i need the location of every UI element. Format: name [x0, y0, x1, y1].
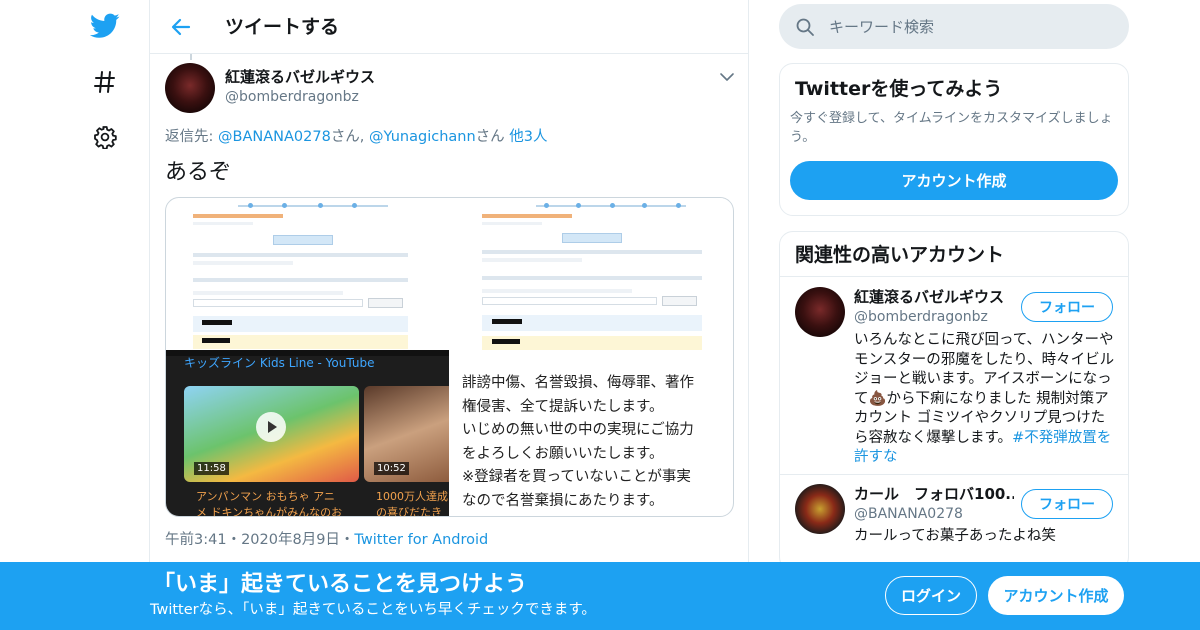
reply-suffix: さん,	[330, 129, 370, 145]
tweet-meta: 午前3:41・2020年8月9日・Twitter for Android	[165, 530, 488, 550]
tweet-column: ツイートする 紅蓮滾るバゼルギウス @bomberdragonbz 返信先: @…	[149, 0, 749, 630]
video-channel-title: キッズライン Kids Line - YouTube	[184, 356, 375, 370]
banner-title: 「いま」起きていることを見つけよう	[153, 572, 528, 597]
notice-line: 権侵害、全て提訴いたします。	[462, 398, 664, 415]
page-title: ツイートする	[225, 16, 340, 38]
follow-button[interactable]: フォロー	[1021, 489, 1113, 519]
video-duration: 11:58	[194, 462, 229, 475]
follow-button[interactable]: フォロー	[1021, 292, 1113, 322]
bio-text: いろんなとこに飛び回って、ハンターやモンスターの邪魔をしたり、時々イビルジョーと…	[854, 332, 1115, 446]
search-box[interactable]	[779, 4, 1129, 49]
chevron-down-icon[interactable]	[718, 68, 736, 86]
screenshot-form-right	[466, 198, 731, 368]
tweet-source-link[interactable]: Twitter for Android	[354, 532, 488, 548]
tweet-media-image[interactable]: キッズライン Kids Line - YouTube 11:58 10:52 ア…	[165, 197, 734, 517]
hashtag-icon[interactable]	[88, 65, 122, 99]
twitter-bird-icon[interactable]	[88, 9, 122, 43]
video-duration: 10:52	[374, 462, 409, 475]
screenshot-form-left	[178, 198, 448, 350]
related-account-item[interactable]: カール フォロバ100... @BANANA0278 フォロー カールってお菓子…	[780, 475, 1128, 570]
account-handle[interactable]: @bomberdragonbz	[854, 308, 988, 326]
author-handle[interactable]: @bomberdragonbz	[225, 88, 359, 106]
video-caption: の喜びだたき	[376, 506, 442, 517]
author-avatar[interactable]	[165, 63, 215, 113]
youtube-screenshot: キッズライン Kids Line - YouTube 11:58 10:52 ア…	[166, 350, 449, 517]
meta-separator: ・	[339, 532, 355, 548]
account-bio: カールってお菓子あったよね笑	[854, 528, 1056, 544]
signup-card-title: Twitterを使ってみよう	[795, 78, 1003, 100]
related-account-item[interactable]: 紅蓮滾るバゼルギウス @bomberdragonbz フォロー いろんなとこに飛…	[780, 277, 1128, 474]
search-input[interactable]	[829, 16, 1109, 38]
reply-others-link[interactable]: 他3人	[509, 129, 547, 145]
thread-connector	[190, 54, 192, 60]
signup-card: Twitterを使ってみよう 今すぐ登録して、タイムラインをカスタマイズしましょ…	[779, 63, 1129, 216]
banner-subtitle: Twitterなら、「いま」起きていることをいち早くチェックできます。	[150, 602, 596, 618]
related-accounts-card: 関連性の高いアカウント 紅蓮滾るバゼルギウス @bomberdragonbz フ…	[779, 231, 1129, 571]
reply-prefix: 返信先:	[165, 129, 218, 145]
settings-gear-icon[interactable]	[88, 120, 122, 154]
account-bio: いろんなとこに飛び回って、ハンターやモンスターの邪魔をしたり、時々イビルジョーと…	[854, 331, 1116, 468]
search-icon	[795, 17, 815, 37]
notice-line: をよろしくお願いいたします。	[462, 445, 664, 462]
page-header: ツイートする	[150, 0, 748, 54]
account-name[interactable]: 紅蓮滾るバゼルギウス	[854, 287, 1014, 307]
reply-to-line: 返信先: @BANANA0278さん, @Yunagichannさん 他3人	[165, 127, 548, 147]
signup-card-description: 今すぐ登録して、タイムラインをカスタマイズしましょう。	[790, 111, 1113, 145]
page: ツイートする 紅蓮滾るバゼルギウス @bomberdragonbz 返信先: @…	[0, 0, 1200, 630]
tweet-date[interactable]: 2020年8月9日	[241, 532, 340, 548]
reply-user-link[interactable]: @Yunagichann	[369, 129, 476, 145]
author-name[interactable]: 紅蓮滾るバゼルギウス	[225, 67, 375, 87]
notice-line: 誹謗中傷、名誉毀損、侮辱罪、著作	[462, 375, 694, 391]
media-notice-text: 誹謗中傷、名誉毀損、侮辱罪、著作 権侵害、全て提訴いたします。 いじめの無い世の…	[462, 372, 724, 513]
video-caption: アンパンマン おもちゃ アニ	[196, 490, 335, 503]
video-caption: メ ドキンちゃんがみんなのお	[196, 506, 343, 517]
video-caption: 1000万人達成	[376, 490, 448, 503]
notice-line: なので名誉棄損にあたります。	[462, 492, 664, 509]
back-arrow-icon[interactable]	[168, 14, 194, 40]
create-account-button[interactable]: アカウント作成	[790, 161, 1118, 200]
signup-button[interactable]: アカウント作成	[988, 576, 1124, 615]
meta-separator: ・	[226, 532, 242, 548]
play-icon	[256, 412, 286, 442]
account-handle[interactable]: @BANANA0278	[854, 505, 963, 523]
left-nav	[80, 0, 130, 630]
tweet-time[interactable]: 午前3:41	[165, 532, 227, 548]
notice-line: いじめの無い世の中の実現にご協力	[462, 422, 694, 438]
reply-suffix: さん	[475, 129, 505, 145]
avatar[interactable]	[795, 484, 845, 534]
related-accounts-title: 関連性の高いアカウント	[795, 244, 1005, 266]
notice-line: ※登録者を買っていないことが事実	[462, 469, 691, 485]
login-button[interactable]: ログイン	[885, 576, 977, 615]
account-name[interactable]: カール フォロバ100...	[854, 484, 1014, 504]
reply-user-link[interactable]: @BANANA0278	[218, 129, 331, 145]
avatar[interactable]	[795, 287, 845, 337]
tweet-text: あるぞ	[165, 160, 232, 185]
